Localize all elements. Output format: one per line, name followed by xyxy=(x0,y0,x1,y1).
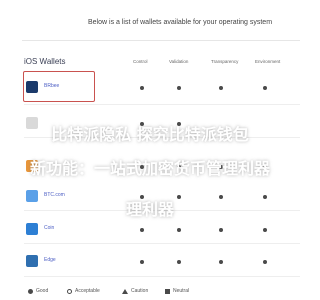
column-header-control: Control xyxy=(133,59,148,64)
legend-label: Caution xyxy=(131,288,149,294)
legend-item-caution: Caution xyxy=(122,288,148,294)
header-divider xyxy=(22,40,300,41)
rating-dot xyxy=(177,86,181,90)
selected-wallet-highlight xyxy=(23,71,95,102)
legend-label: Acceptable xyxy=(75,288,100,294)
legend-item-neutral: Neutral xyxy=(165,288,189,294)
rating-dot xyxy=(263,260,267,264)
row-divider xyxy=(24,104,300,105)
legend-item-good: Good xyxy=(28,288,48,294)
row-divider xyxy=(24,243,300,244)
rating-dot xyxy=(140,228,144,232)
overlay-headline-line2: 新功能：一站式加密货币管理利器 xyxy=(29,159,270,178)
legend-label: Good xyxy=(36,288,49,294)
rating-dot xyxy=(219,228,223,232)
column-header-transparency: Transparency xyxy=(211,59,239,64)
row-divider xyxy=(24,276,300,277)
rating-dot xyxy=(219,260,223,264)
rating-dot xyxy=(263,228,267,232)
wallet-name[interactable]: Coin xyxy=(44,225,54,231)
acceptable-icon xyxy=(67,288,72,294)
caution-icon xyxy=(122,288,128,294)
overlay-headline-line3: 理利器 xyxy=(125,200,174,219)
rating-dot xyxy=(219,86,223,90)
rating-dot xyxy=(263,86,267,90)
rating-dot xyxy=(177,260,181,264)
column-header-environment: Environment xyxy=(255,59,281,64)
overlay-headline-line1: 比特派隐私 探究比特派钱包 xyxy=(51,125,249,144)
wallet-logo-icon xyxy=(26,255,38,267)
check-icon xyxy=(28,288,33,294)
section-title: iOS Wallets xyxy=(24,57,66,66)
rating-dot xyxy=(140,86,144,90)
neutral-icon xyxy=(165,288,170,294)
wallet-row[interactable]: Edge xyxy=(24,250,300,272)
wallet-logo-icon xyxy=(26,223,38,235)
column-header-validation: Validation xyxy=(169,59,189,64)
legend-item-acceptable: Acceptable xyxy=(67,288,100,294)
page-header: Below is a list of wallets available for… xyxy=(88,19,273,26)
rating-dot xyxy=(177,228,181,232)
rating-dot xyxy=(140,260,144,264)
legend-label: Neutral xyxy=(173,288,190,294)
wallet-name[interactable]: Edge xyxy=(44,257,56,263)
wallet-row[interactable]: Coin xyxy=(24,218,300,240)
